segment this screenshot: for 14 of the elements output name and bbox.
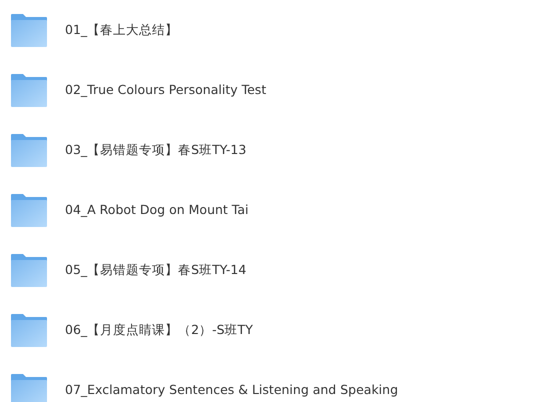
folder-icon[interactable]	[11, 374, 47, 402]
folder-icon[interactable]	[11, 314, 47, 347]
folder-name[interactable]: 05_【易错题专项】春S班TY-14	[65, 262, 246, 278]
folder-name[interactable]: 03_【易错题专项】春S班TY-13	[65, 142, 246, 158]
folder-name[interactable]: 06_【月度点睛课】（2）-S班TY	[65, 322, 253, 338]
folder-icon[interactable]	[11, 74, 47, 107]
folder-icon[interactable]	[11, 14, 47, 47]
folder-name[interactable]: 04_A Robot Dog on Mount Tai	[65, 202, 248, 218]
folder-name[interactable]: 01_【春上大总结】	[65, 22, 178, 38]
folder-name[interactable]: 02_True Colours Personality Test	[65, 82, 266, 98]
folder-icon[interactable]	[11, 254, 47, 287]
folder-icon[interactable]	[11, 194, 47, 227]
folder-name[interactable]: 07_Exclamatory Sentences & Listening and Speaking	[65, 382, 398, 398]
folder-icon[interactable]	[11, 134, 47, 167]
